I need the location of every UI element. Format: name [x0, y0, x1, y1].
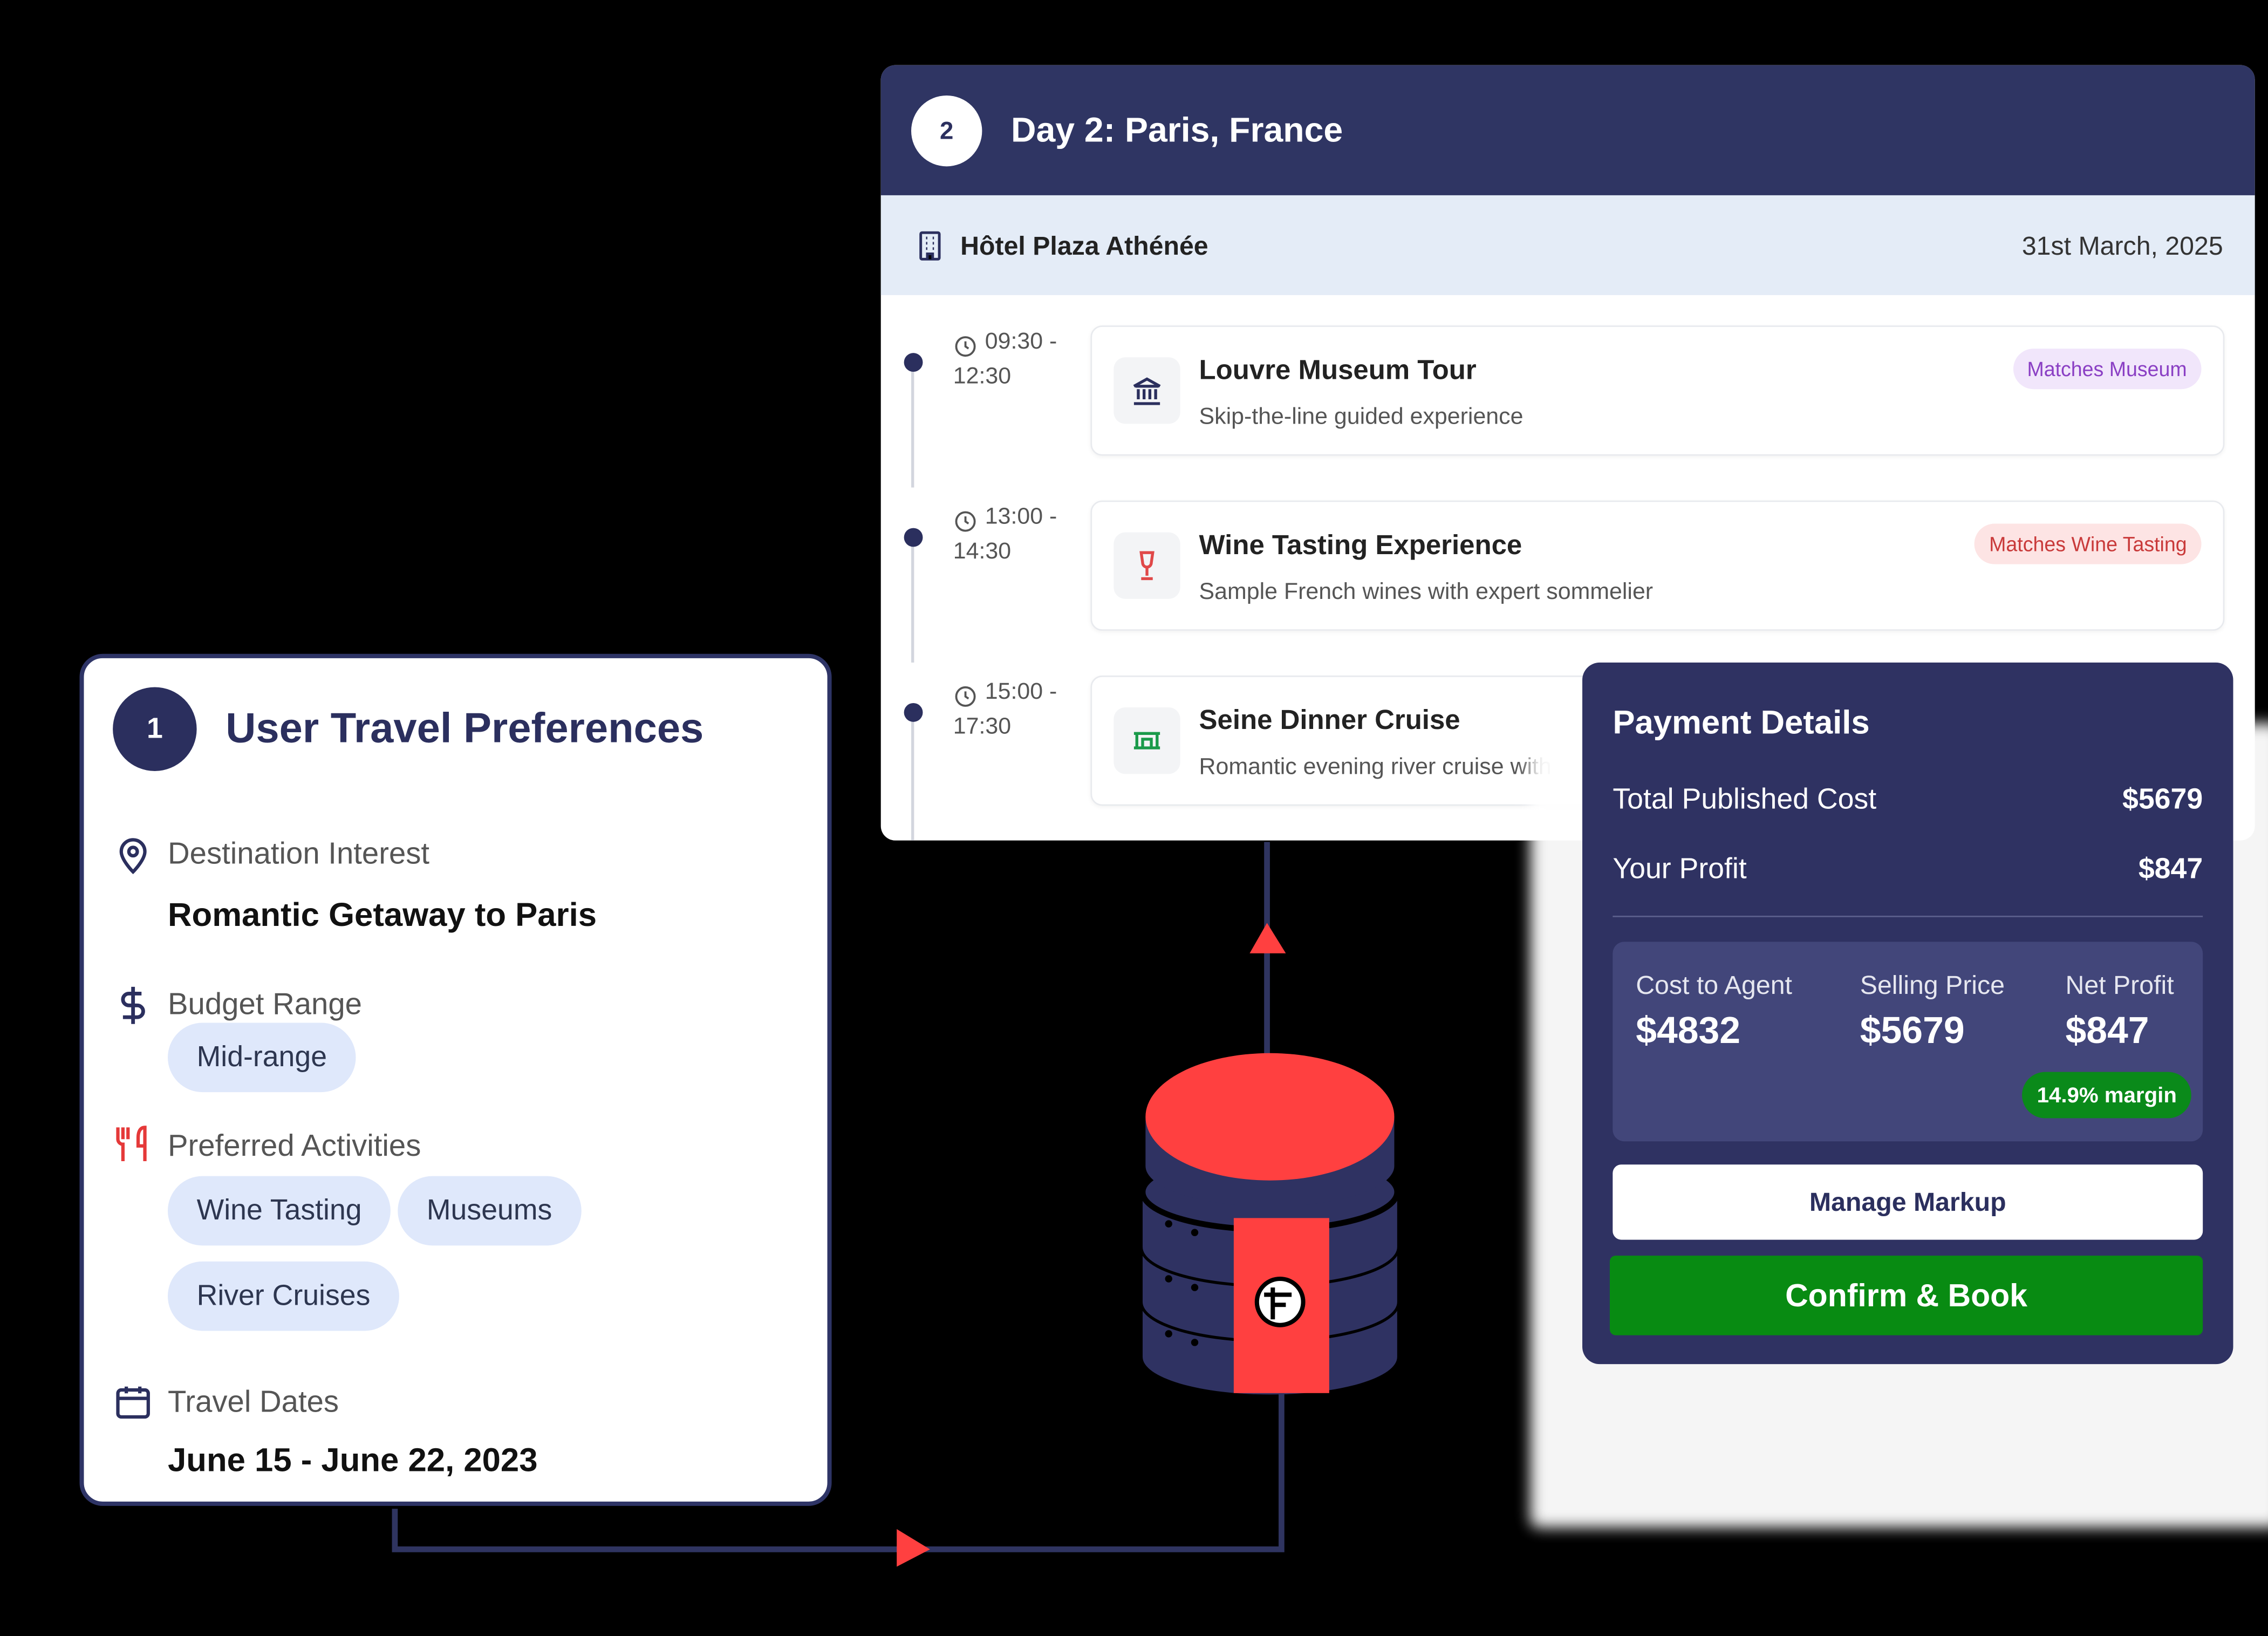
- step-badge: 1: [113, 687, 197, 771]
- timeline-line: [911, 713, 914, 841]
- activity-card[interactable]: Louvre Museum Tour Skip-the-line guided …: [1090, 325, 2225, 456]
- building-icon: [919, 231, 941, 261]
- activity-pill-river-cruises: River Cruises: [167, 1261, 400, 1331]
- timeline-dot: [904, 528, 923, 547]
- time-end: 14:30: [953, 540, 1012, 564]
- destination-value: Romantic Getaway to Paris: [167, 895, 597, 933]
- activity-time: 09:30 - 12:30: [953, 325, 1057, 395]
- your-profit-value: $847: [2138, 853, 2203, 885]
- selling-price-value: $5679: [1860, 1008, 1965, 1052]
- selling-price-label: Selling Price: [1860, 970, 2005, 1000]
- activity-subtitle: Sample French wines with expert sommelie…: [1199, 580, 1654, 605]
- total-published-cost-label: Total Published Cost: [1613, 784, 1877, 816]
- match-tag-museum: Matches Museum: [2012, 349, 2202, 390]
- timeline-dot: [904, 703, 923, 722]
- destination-label: Destination Interest: [167, 837, 430, 871]
- day-title: Day 2: Paris, France: [1011, 111, 1343, 151]
- activity-time: 15:00 - 17:30: [953, 676, 1057, 745]
- museum-icon: [1113, 357, 1180, 424]
- preferences-card: 1 User Travel Preferences Destination In…: [79, 653, 832, 1506]
- database-logo-icon: [1139, 1053, 1401, 1395]
- map-pin-icon: [119, 838, 147, 875]
- net-profit-label: Net Profit: [2065, 970, 2174, 1000]
- activities-label: Preferred Activities: [167, 1129, 421, 1163]
- dates-label: Travel Dates: [167, 1386, 339, 1420]
- match-tag-wine-tasting: Matches Wine Tasting: [1975, 523, 2202, 564]
- budget-label: Budget Range: [167, 988, 363, 1021]
- net-profit-value: $847: [2065, 1008, 2149, 1052]
- timeline-dot: [904, 353, 923, 372]
- activity-title: Seine Dinner Cruise: [1199, 706, 1460, 737]
- hotel-date: 31st March, 2025: [2021, 231, 2223, 261]
- time-start: 13:00 -: [985, 505, 1057, 530]
- activity-pill-museums: Museums: [398, 1176, 581, 1246]
- hotel-bar: Hôtel Plaza Athénée 31st March, 2025: [880, 195, 2255, 295]
- cost-to-agent-label: Cost to Agent: [1636, 970, 1792, 1000]
- your-profit-label: Your Profit: [1613, 853, 1747, 885]
- time-start: 15:00 -: [985, 680, 1057, 705]
- total-published-cost-value: $5679: [2122, 784, 2203, 816]
- time-end: 17:30: [953, 714, 1012, 739]
- activity-card[interactable]: Wine Tasting Experience Sample French wi…: [1090, 500, 2225, 631]
- profit-breakdown: Cost to Agent $4832 Selling Price $5679 …: [1613, 942, 2203, 1142]
- budget-pill: Mid-range: [167, 1022, 356, 1093]
- divider: [1613, 916, 2203, 917]
- utensils-icon: [116, 1126, 147, 1161]
- arrow-up-icon: [1249, 923, 1286, 953]
- day-header: 2 Day 2: Paris, France: [880, 65, 2255, 195]
- activity-subtitle: Romantic evening river cruise with: [1199, 755, 1552, 780]
- manage-markup-button[interactable]: Manage Markup: [1613, 1164, 2203, 1240]
- ship-icon: [1113, 707, 1180, 774]
- confirm-book-button[interactable]: Confirm & Book: [1609, 1256, 2203, 1335]
- activity-title: Wine Tasting Experience: [1199, 530, 1522, 562]
- hotel-name: Hôtel Plaza Athénée: [960, 231, 1208, 261]
- activity-title: Louvre Museum Tour: [1199, 356, 1477, 386]
- activity-time: 13:00 - 14:30: [953, 501, 1057, 570]
- time-start: 09:30 -: [985, 330, 1057, 355]
- timeline-line: [911, 538, 914, 663]
- activity-pill-wine-tasting: Wine Tasting: [167, 1176, 391, 1246]
- payment-card: Payment Details Total Published Cost $56…: [1582, 662, 2233, 1365]
- dates-value: June 15 - June 22, 2023: [167, 1441, 538, 1478]
- preferences-title: User Travel Preferences: [226, 706, 704, 753]
- calendar-icon: [116, 1386, 150, 1419]
- step-badge: 2: [911, 95, 982, 167]
- dollar-icon: [121, 986, 145, 1024]
- payment-title: Payment Details: [1613, 703, 1870, 741]
- time-end: 12:30: [953, 364, 1012, 390]
- cost-to-agent-value: $4832: [1636, 1008, 1741, 1052]
- wine-glass-icon: [1113, 532, 1180, 599]
- arrow-right-icon: [897, 1529, 930, 1567]
- activity-subtitle: Skip-the-line guided experience: [1199, 405, 1524, 430]
- timeline-line: [911, 363, 914, 488]
- margin-badge: 14.9% margin: [2022, 1072, 2191, 1119]
